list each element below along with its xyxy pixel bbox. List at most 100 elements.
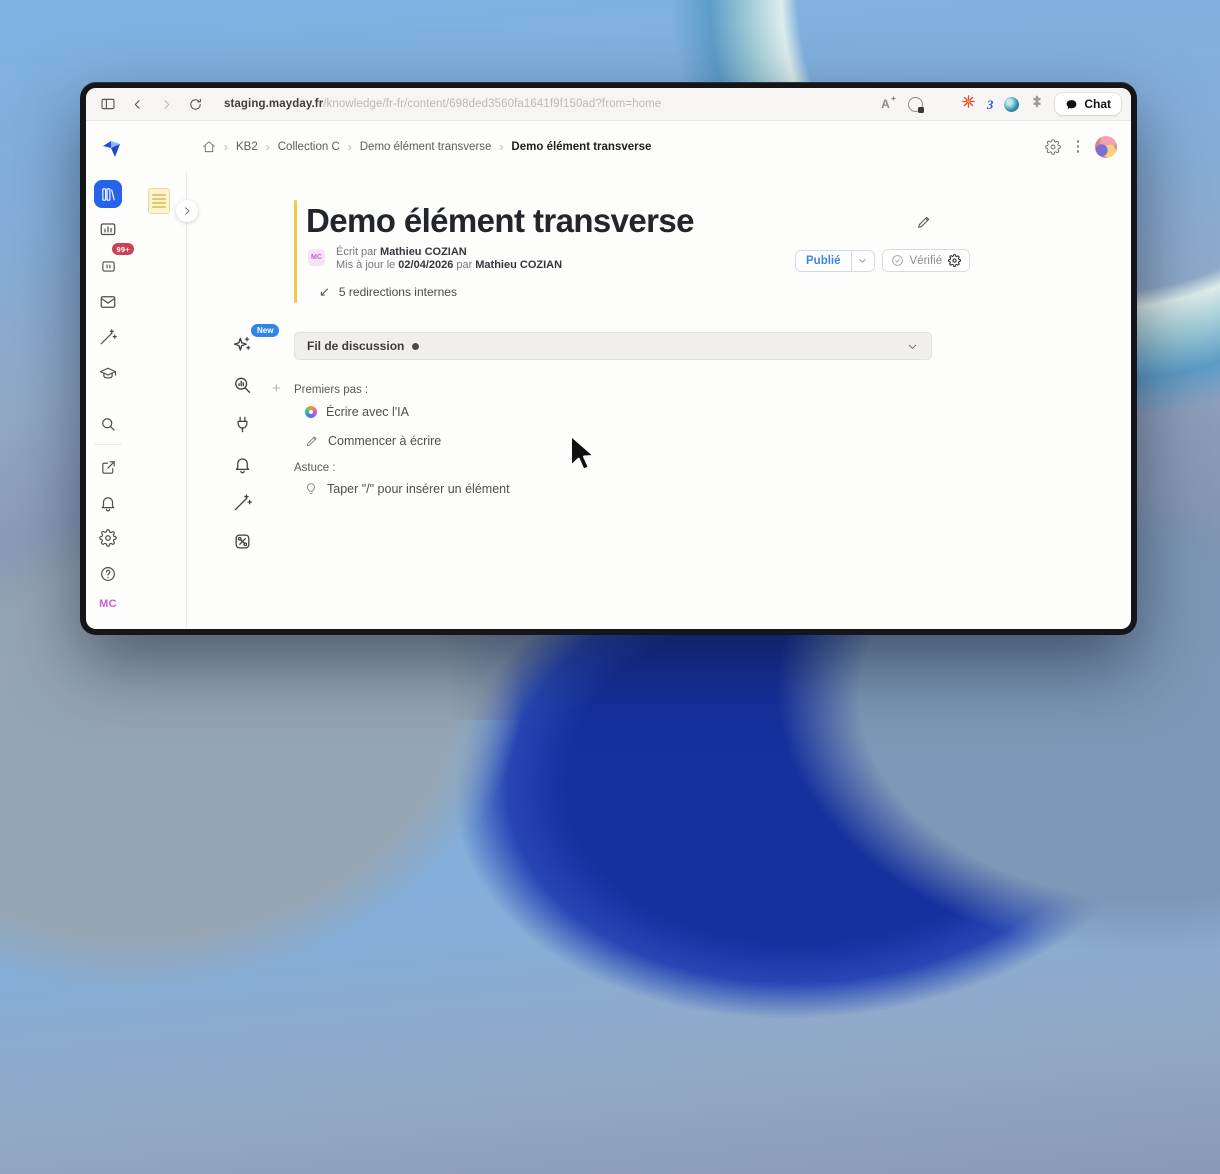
first-steps-label: Premiers pas : [294,384,369,396]
start-writing-option[interactable]: Commencer à écrire [305,434,441,448]
nav-analytics[interactable] [99,221,117,239]
arrow-southwest-icon: ↙ [319,284,330,299]
breadcrumb-item-current: Demo élément transverse [511,140,652,153]
thread-label: Fil de discussion [307,339,405,353]
user-avatar[interactable] [1095,135,1117,158]
verification-settings-gear-icon[interactable] [948,254,962,267]
nav-search[interactable] [99,415,117,433]
search-icon [102,418,115,431]
nav-mail[interactable] [99,293,117,311]
extension-starburst-icon[interactable] [961,94,976,114]
pencil-icon [305,434,319,448]
check-circle-icon [891,255,903,266]
app-header: › KB2 › Collection C › Demo élément tran… [86,121,1131,172]
bar-chart-icon [100,223,116,236]
graduation-cap-icon [99,367,117,379]
extension-teal-icon[interactable] [1004,96,1020,112]
bell-icon [101,497,115,512]
updated-author: Mathieu COZIAN [475,259,563,271]
ai-colorful-icon [305,406,317,418]
nav-divider [94,444,122,445]
notification-count-badge: 99+ [112,243,135,255]
publish-dropdown-chevron-icon[interactable] [850,250,874,271]
gear-icon [99,529,117,547]
nav-automation[interactable] [99,328,117,346]
nav-academy[interactable] [99,364,117,382]
url-path: /knowledge/fr-fr/content/698ded3560fa164… [323,98,662,110]
browser-window: staging.mayday.fr/knowledge/fr-fr/conten… [80,82,1137,635]
sparkles-icon [233,336,251,351]
nav-tickets[interactable] [99,257,117,275]
magic-wand-icon [100,329,117,345]
updated-date: 02/04/2026 [398,259,454,271]
magic-wand-icon [234,493,252,510]
breadcrumb-item-collection[interactable]: Collection C [278,141,340,153]
internal-redirections-link[interactable]: ↙ 5 redirections internes [319,284,457,300]
breadcrumb: › KB2 › Collection C › Demo élément tran… [202,121,651,172]
reload-button[interactable] [185,94,205,114]
plug-icon [237,416,247,432]
mouse-cursor [566,434,598,481]
expand-sidebar-button[interactable] [176,200,198,222]
more-menu-kebab-icon[interactable] [1075,138,1082,155]
lightbulb-icon [304,482,318,496]
magnifier-chart-icon [235,377,251,393]
write-with-ai-option[interactable]: Écrire avec l'IA [305,405,409,419]
sidebar-toggle-button[interactable] [98,94,118,114]
breadcrumb-separator: › [499,139,504,154]
library-books-icon [101,187,115,201]
publish-status-button[interactable]: Publié [795,249,875,272]
extension-three-icon[interactable]: 3 [987,98,994,111]
breadcrumb-item-parent[interactable]: Demo élément transverse [360,141,492,153]
chat-button[interactable]: Chat [1055,93,1121,115]
thread-chevron-down-icon[interactable] [906,340,919,353]
site-permissions-icon[interactable] [907,96,924,113]
written-by-line: Écrit par Mathieu COZIAN [336,246,467,258]
nav-user-avatar[interactable]: MC [95,596,121,612]
verified-toggle[interactable]: Vérifié [881,249,971,272]
address-bar[interactable]: staging.mayday.fr/knowledge/fr-fr/conten… [224,98,661,110]
ticket-icon [101,260,115,272]
mayday-logo[interactable] [100,137,124,161]
nav-settings[interactable] [99,529,117,547]
browser-toolbar: staging.mayday.fr/knowledge/fr-fr/conten… [86,88,1131,121]
updated-line: Mis à jour le 02/04/2026 par Mathieu COZIAN [336,259,563,271]
nav-help[interactable] [99,565,117,583]
nav-notifications[interactable] [99,494,117,512]
tool-integrations-plug[interactable] [232,414,252,434]
title-accent-bar [294,200,297,303]
external-link-icon [101,460,115,474]
back-button[interactable] [127,94,147,114]
collapsed-panel-note-icon[interactable] [148,188,170,214]
desktop: { "colors": { "accent": "#2563eb", "publ… [0,0,1220,1174]
nav-open-external[interactable] [99,458,117,476]
chevron-right-icon [185,207,190,215]
edit-title-pencil-icon[interactable] [916,214,932,230]
new-feature-badge: New [251,324,280,337]
text-size-button[interactable]: A [881,95,897,111]
tool-ai-sparkles[interactable] [232,335,252,355]
bell-icon [235,457,249,473]
thread-status-dot [412,342,420,350]
tip-label: Astuce : [294,462,336,474]
tool-notifications-bell[interactable] [232,454,252,474]
envelope-icon [100,296,116,308]
publish-status-label[interactable]: Publié [796,251,851,271]
tool-knowledge-graph[interactable] [232,531,252,551]
breadcrumb-separator: › [265,139,270,154]
breadcrumb-separator: › [347,139,352,154]
nav-knowledge-base-active[interactable] [94,180,122,208]
author-avatar: MC [308,249,325,266]
page-title[interactable]: Demo élément transverse [306,202,694,240]
redirections-text: 5 redirections internes [338,285,457,299]
header-settings-gear-icon[interactable] [1044,138,1061,155]
extensions-puzzle-icon[interactable] [1030,95,1044,114]
url-host: staging.mayday.fr [224,98,324,110]
tool-magic-wand[interactable] [232,492,252,512]
discussion-thread-collapsible[interactable]: Fil de discussion [294,332,932,360]
breadcrumb-home-icon[interactable] [202,140,216,154]
forward-button[interactable] [156,94,176,114]
add-block-plus-icon[interactable]: + [272,380,281,397]
breadcrumb-item-kb[interactable]: KB2 [236,141,258,153]
tool-analytics-search[interactable] [232,375,252,395]
